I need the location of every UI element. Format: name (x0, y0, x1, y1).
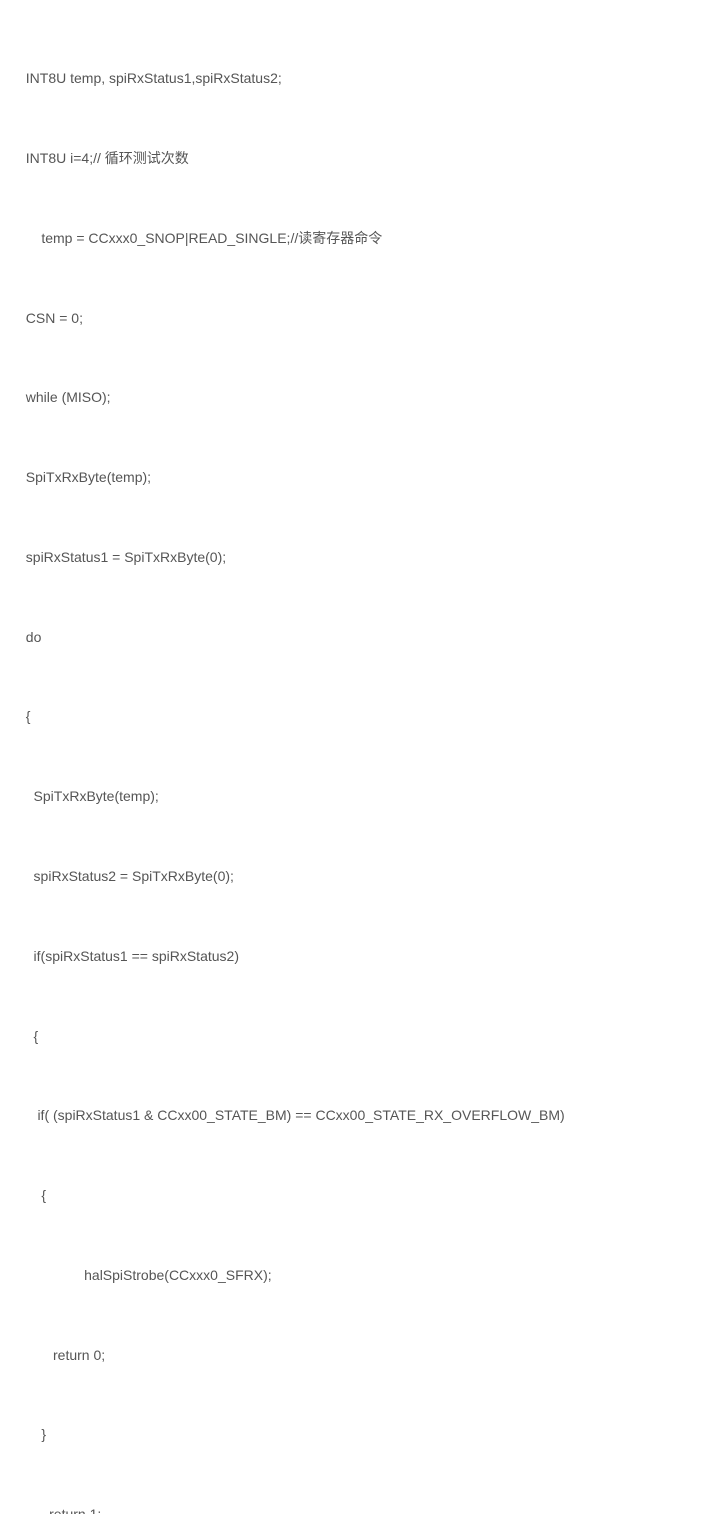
code-line: INT8U i=4;// 循环测试次数 (18, 145, 707, 172)
code-line: while (MISO); (18, 384, 707, 411)
code-line: { (18, 1023, 707, 1050)
code-line: { (18, 703, 707, 730)
code-line: halSpiStrobe(CCxxx0_SFRX); (18, 1262, 707, 1289)
code-line: temp = CCxxx0_SNOP|READ_SINGLE;//读寄存器命令 (18, 225, 707, 252)
code-line: SpiTxRxByte(temp); (18, 464, 707, 491)
code-block: INT8U temp, spiRxStatus1,spiRxStatus2; I… (18, 12, 707, 1514)
code-line: } (18, 1421, 707, 1448)
code-line: return 1; (18, 1501, 707, 1514)
code-line: if( (spiRxStatus1 & CCxx00_STATE_BM) == … (18, 1102, 707, 1129)
code-line: SpiTxRxByte(temp); (18, 783, 707, 810)
code-line: return 0; (18, 1342, 707, 1369)
code-line: { (18, 1182, 707, 1209)
code-line: do (18, 624, 707, 651)
code-line: spiRxStatus1 = SpiTxRxByte(0); (18, 544, 707, 571)
code-line: spiRxStatus2 = SpiTxRxByte(0); (18, 863, 707, 890)
code-line: CSN = 0; (18, 305, 707, 332)
code-line: INT8U temp, spiRxStatus1,spiRxStatus2; (18, 65, 707, 92)
code-line: if(spiRxStatus1 == spiRxStatus2) (18, 943, 707, 970)
